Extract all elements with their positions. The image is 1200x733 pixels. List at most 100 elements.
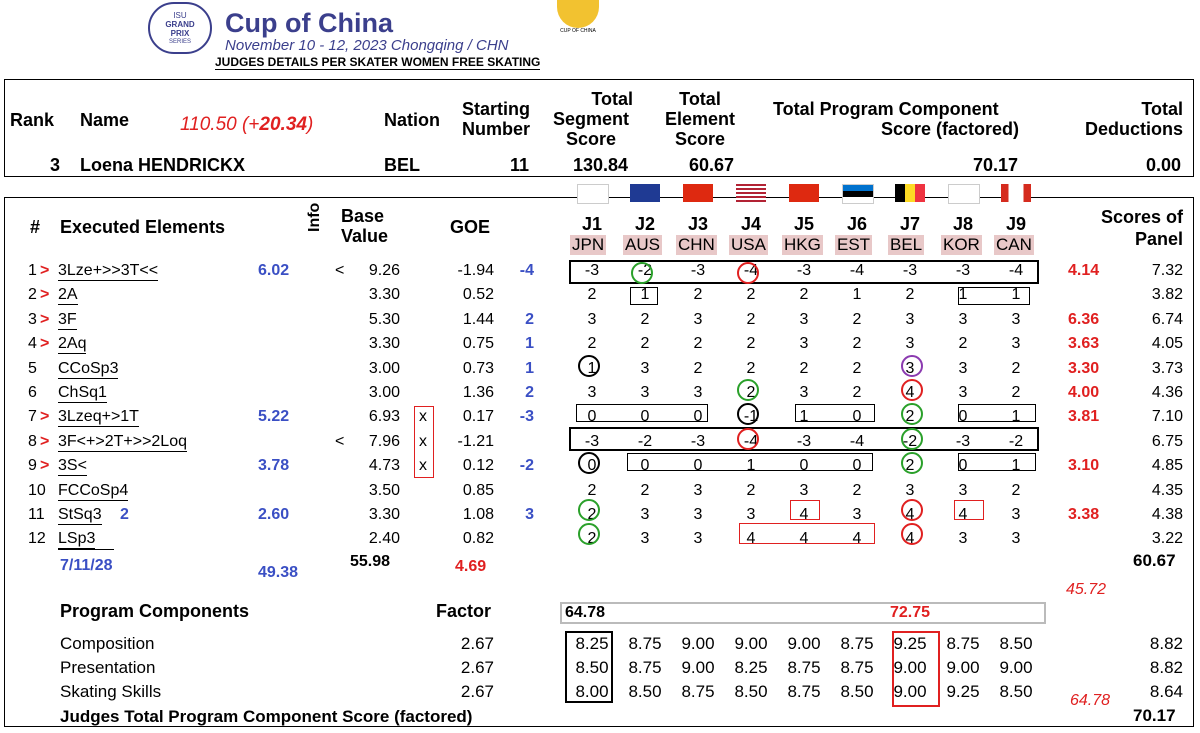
judge-score: 2 <box>693 359 703 377</box>
element-name: ChSq1 <box>58 384 107 403</box>
base-value: 3.30 <box>368 286 400 304</box>
judge-label: J3 <box>687 214 709 234</box>
element-blue-value: 3.78 <box>258 457 290 475</box>
judge-score: 2 <box>746 310 756 328</box>
goe-note: -2 <box>519 457 534 475</box>
flag-kor-icon <box>948 184 980 204</box>
flag-chn-icon <box>683 184 713 202</box>
goe-value: 0.75 <box>462 335 494 353</box>
j7-row7-circle <box>901 403 923 425</box>
j5-row11-box <box>790 500 820 520</box>
base-value-header: Base Value <box>341 206 389 246</box>
j4-row7-circle <box>737 403 759 425</box>
judge-score: 3 <box>958 481 968 499</box>
pc-total: 70.17 <box>1133 706 1176 725</box>
red-score: 6.36 <box>1068 310 1100 328</box>
judge-score: 3 <box>958 530 968 548</box>
element-name: 3Lzeq+>1T <box>58 408 139 428</box>
judge-label: J6 <box>846 214 868 234</box>
base-value: 7.96 <box>368 432 400 450</box>
judge-score: 3 <box>799 310 809 328</box>
goe-total: 4.69 <box>455 558 487 575</box>
pc-judge-score: 8.50 <box>734 682 768 701</box>
tes-value: 60.67 <box>689 155 735 175</box>
pc-judge-score: 8.75 <box>628 658 662 677</box>
element-number: 8 <box>28 432 37 450</box>
element-name: 3F <box>58 310 77 330</box>
nation-value: BEL <box>384 155 420 175</box>
judge-score: 1 <box>852 286 862 304</box>
element-number: 2 <box>28 286 37 304</box>
panel-score: 4.05 <box>1151 335 1183 353</box>
j8-row11-box <box>954 500 984 520</box>
pc-judge-score: 8.75 <box>681 682 715 701</box>
judge-score: 2 <box>587 481 597 499</box>
rank-value: 3 <box>50 155 61 175</box>
num-header: # <box>30 217 41 237</box>
pc-judge-score: 8.25 <box>734 658 768 677</box>
isu-badge: ISU GRAND PRIX SERIES <box>148 2 212 54</box>
pc-judge-score: 8.50 <box>999 682 1033 701</box>
j1-pc-box <box>565 631 613 703</box>
starting-number-value: 11 <box>510 155 530 175</box>
judge-score: 2 <box>693 335 703 353</box>
goe-value: -1.94 <box>457 262 494 279</box>
tss-header: Total Segment Score <box>552 89 633 149</box>
row8-box <box>569 427 1039 451</box>
j7-row5-circle <box>901 355 923 377</box>
skater-name: Loena HENDRICKX <box>80 155 246 175</box>
event-logo: CUP OF CHINA <box>555 0 601 36</box>
arrow-mark: > <box>40 408 50 426</box>
goe-value: -1.21 <box>457 432 494 450</box>
element-blue-value: 2.60 <box>258 506 290 523</box>
goe-red-note: 45.72 <box>1066 581 1107 598</box>
judge-score: 2 <box>852 335 862 353</box>
judge-score: 2 <box>640 310 650 328</box>
red-score: 3.10 <box>1068 457 1100 475</box>
pc-judge-score: 8.50 <box>840 682 874 701</box>
j5-row7-box <box>795 404 875 422</box>
deductions-header: Total Deductions <box>1084 99 1183 139</box>
judge-score: 2 <box>905 286 915 304</box>
goe-value: 0.52 <box>462 286 494 304</box>
goe-value: 0.12 <box>462 457 494 475</box>
element-name: FCCoSp4 <box>58 481 129 501</box>
judge-score: 3 <box>693 384 703 401</box>
rank-header: Rank <box>10 110 55 130</box>
logo-skater-icon <box>557 0 599 28</box>
goe-value: 0.82 <box>462 530 494 548</box>
judge-country: EST <box>835 235 873 255</box>
element-name: CCoSp3 <box>58 359 119 379</box>
base-value: 3.00 <box>368 359 400 377</box>
j7-row6-circle <box>901 379 923 401</box>
judge-score: 2 <box>852 359 862 377</box>
element-number: 4 <box>28 335 37 353</box>
pc-panel-score: 8.82 <box>1149 634 1183 653</box>
base-value: 5.30 <box>368 310 400 328</box>
judge-label: J9 <box>1005 214 1027 234</box>
red-score: 4.14 <box>1068 262 1100 279</box>
base-value: 3.30 <box>368 335 400 353</box>
tes-header: Total Element Score <box>664 89 736 149</box>
red-score: 3.81 <box>1068 408 1100 426</box>
pc-title: Program Components <box>60 601 250 621</box>
pc-judge-score: 9.00 <box>946 658 980 677</box>
judge-score: 2 <box>587 335 597 353</box>
judge-label: J8 <box>952 214 974 234</box>
judge-score: 2 <box>640 335 650 353</box>
pc-summary-box <box>560 602 1046 624</box>
blue-total: 49.38 <box>258 564 299 581</box>
element-name: 2A <box>58 286 78 306</box>
flag-can-icon <box>1001 184 1031 202</box>
panel-score: 3.73 <box>1151 359 1183 377</box>
judge-score: 2 <box>852 310 862 328</box>
best-score-note: 110.50 (+20.34) <box>180 114 314 135</box>
pc-judge-score: 8.75 <box>840 634 874 653</box>
j7-row9-circle <box>901 452 923 474</box>
pc-box-right: 72.75 <box>890 604 931 621</box>
tes-total: 60.67 <box>1133 551 1176 570</box>
judge-score: 2 <box>587 286 597 304</box>
panel-score: 4.38 <box>1151 506 1183 523</box>
goe-value: 0.85 <box>462 481 494 499</box>
flag-usa-icon <box>736 184 766 202</box>
